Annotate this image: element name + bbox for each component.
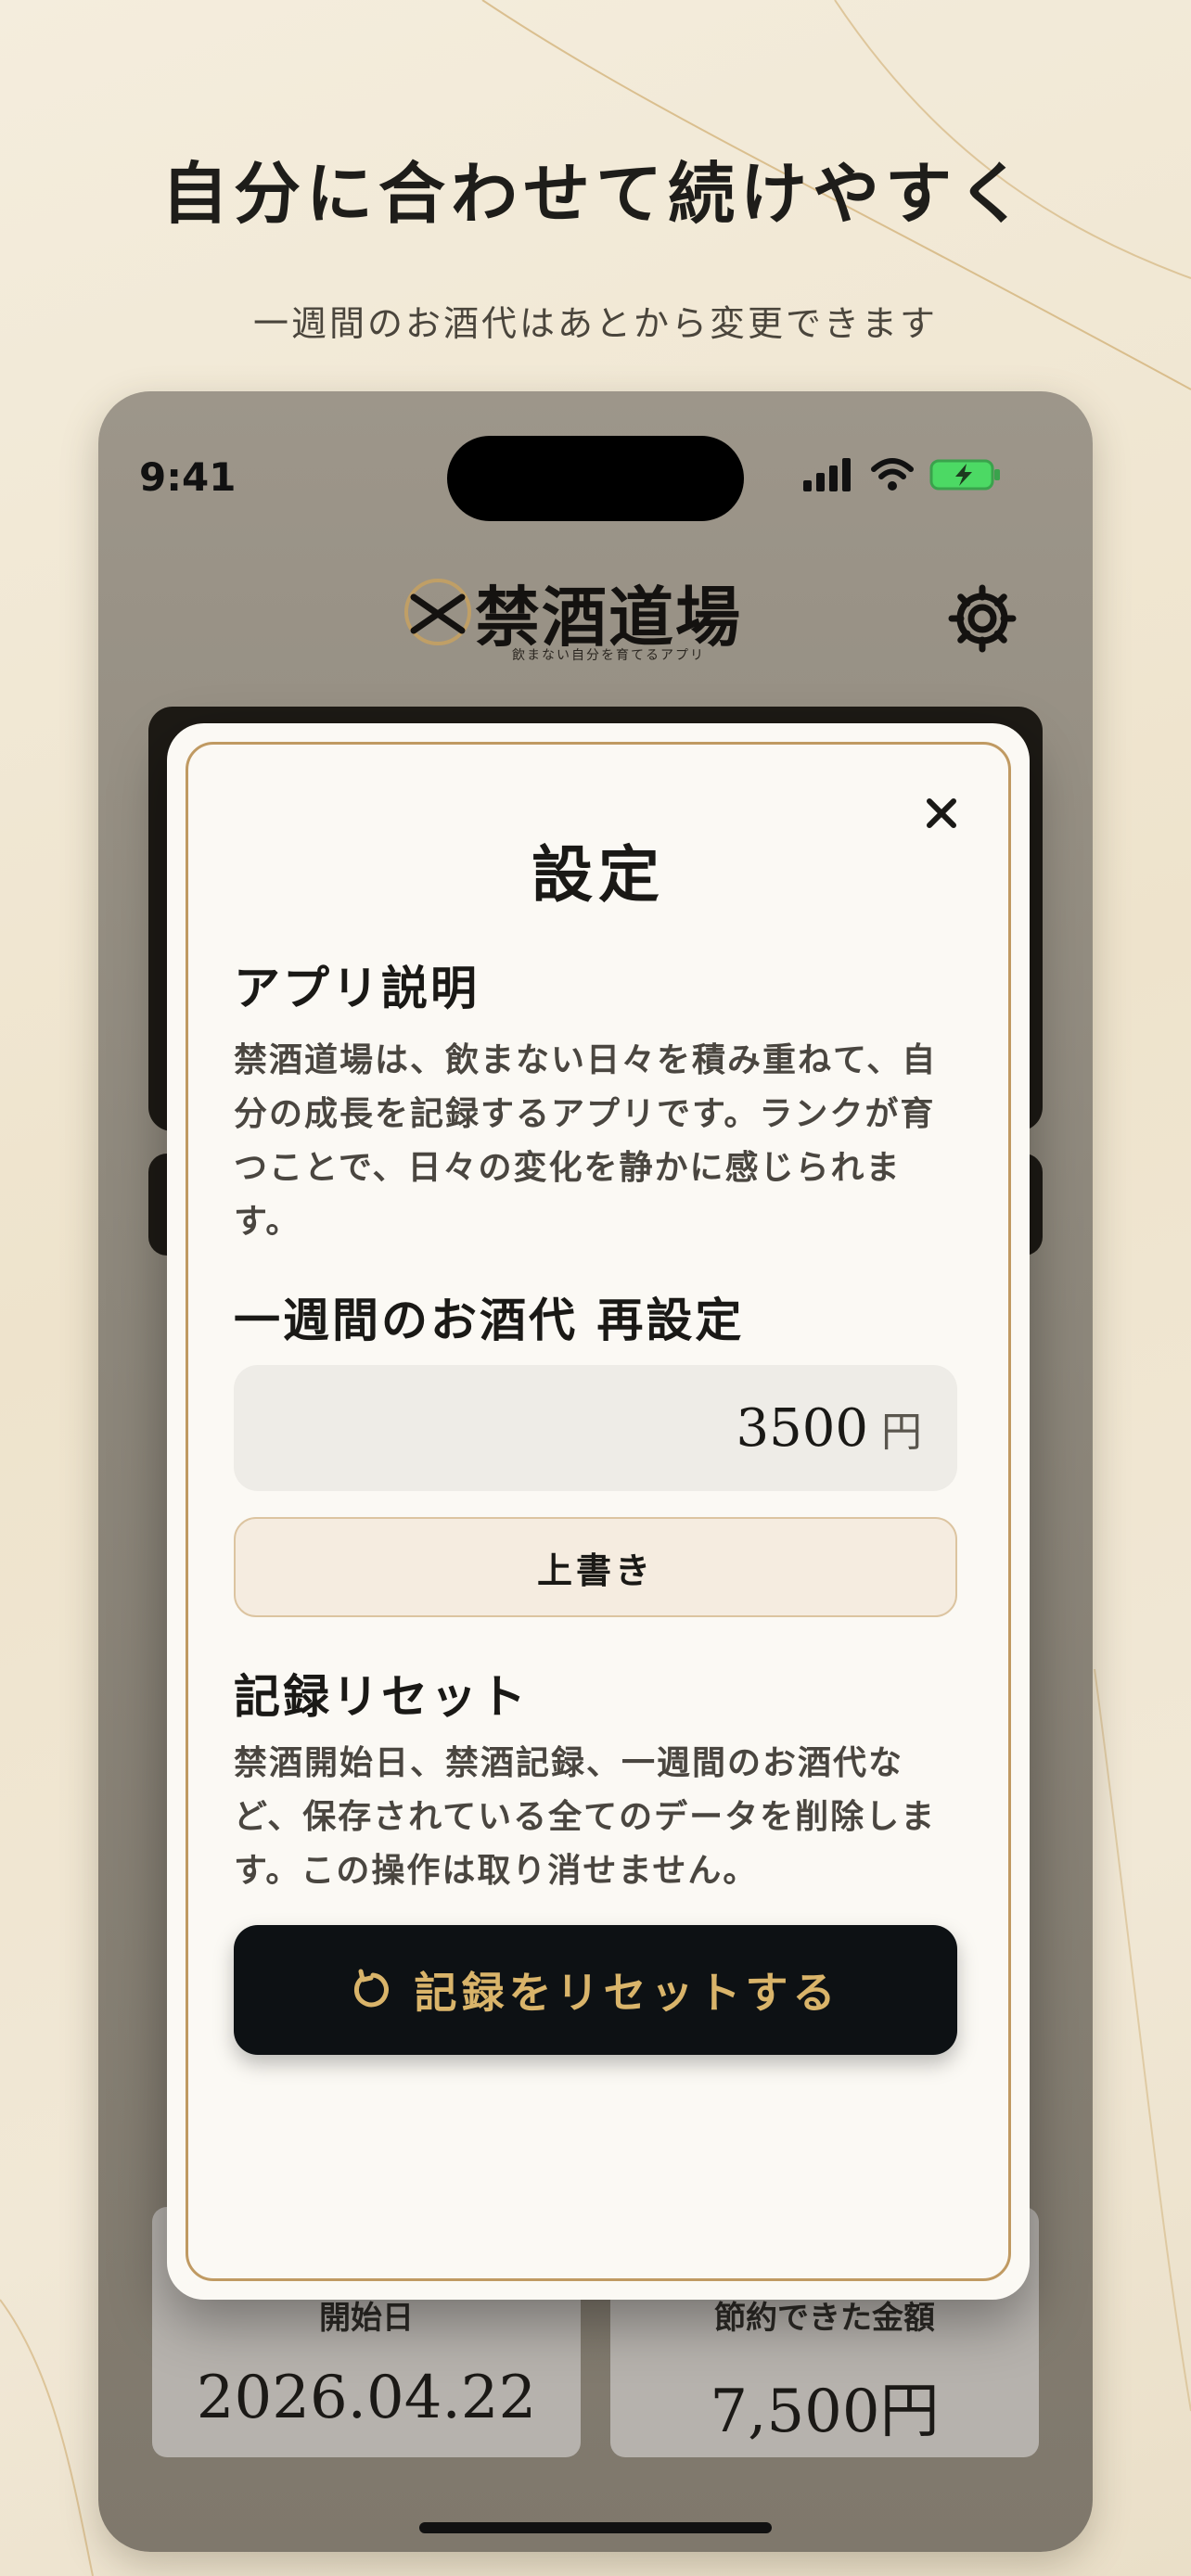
crossed-swords-icon (404, 579, 471, 645)
about-heading: アプリ説明 (234, 961, 480, 1015)
modal-title: 設定 (531, 838, 665, 911)
overwrite-button[interactable]: 上書き (234, 1517, 957, 1617)
reset-records-button[interactable]: 記録をリセットする (234, 1925, 957, 2055)
logo-tagline: 飲まない自分を育てるアプリ (512, 648, 705, 663)
weekly-cost-value: 3500 (736, 1397, 868, 1459)
about-text: 禁酒道場は、飲まない日々を積み重ねて、自分の成長を記録するアプリです。ランクが育… (234, 1040, 938, 1241)
reset-icon (353, 1969, 389, 2008)
reset-warning-text: 禁酒開始日、禁酒記録、一週間のお酒代など、保存されている全てのデータを削除します… (234, 1743, 937, 1890)
savings-value: 7,500円 (710, 2378, 940, 2446)
dynamic-island (447, 436, 744, 521)
battery-charging-icon (929, 459, 1000, 491)
promo-headline: 自分に合わせて続けやすく (160, 154, 1030, 233)
signal-icon (803, 458, 851, 491)
gear-icon[interactable] (946, 582, 1018, 655)
weekly-cost-heading: 一週間のお酒代 再設定 (234, 1293, 745, 1347)
weekly-cost-unit: 円 (881, 1409, 922, 1456)
promo-subline: 一週間のお酒代はあとから変更できます (252, 303, 938, 344)
app-logo: 禁酒道場 飲まない自分を育てるアプリ (401, 566, 772, 668)
home-indicator (419, 2522, 772, 2533)
status-icons (803, 458, 1002, 491)
wifi-icon (871, 458, 914, 491)
status-time: 9:41 (139, 454, 237, 500)
reset-button-label: 記録をリセットする (414, 1968, 840, 2018)
reset-heading: 記録リセット (234, 1669, 529, 1724)
start-date-value: 2026.04.22 (196, 2364, 537, 2432)
weekly-cost-input[interactable]: 3500 円 (234, 1365, 957, 1491)
